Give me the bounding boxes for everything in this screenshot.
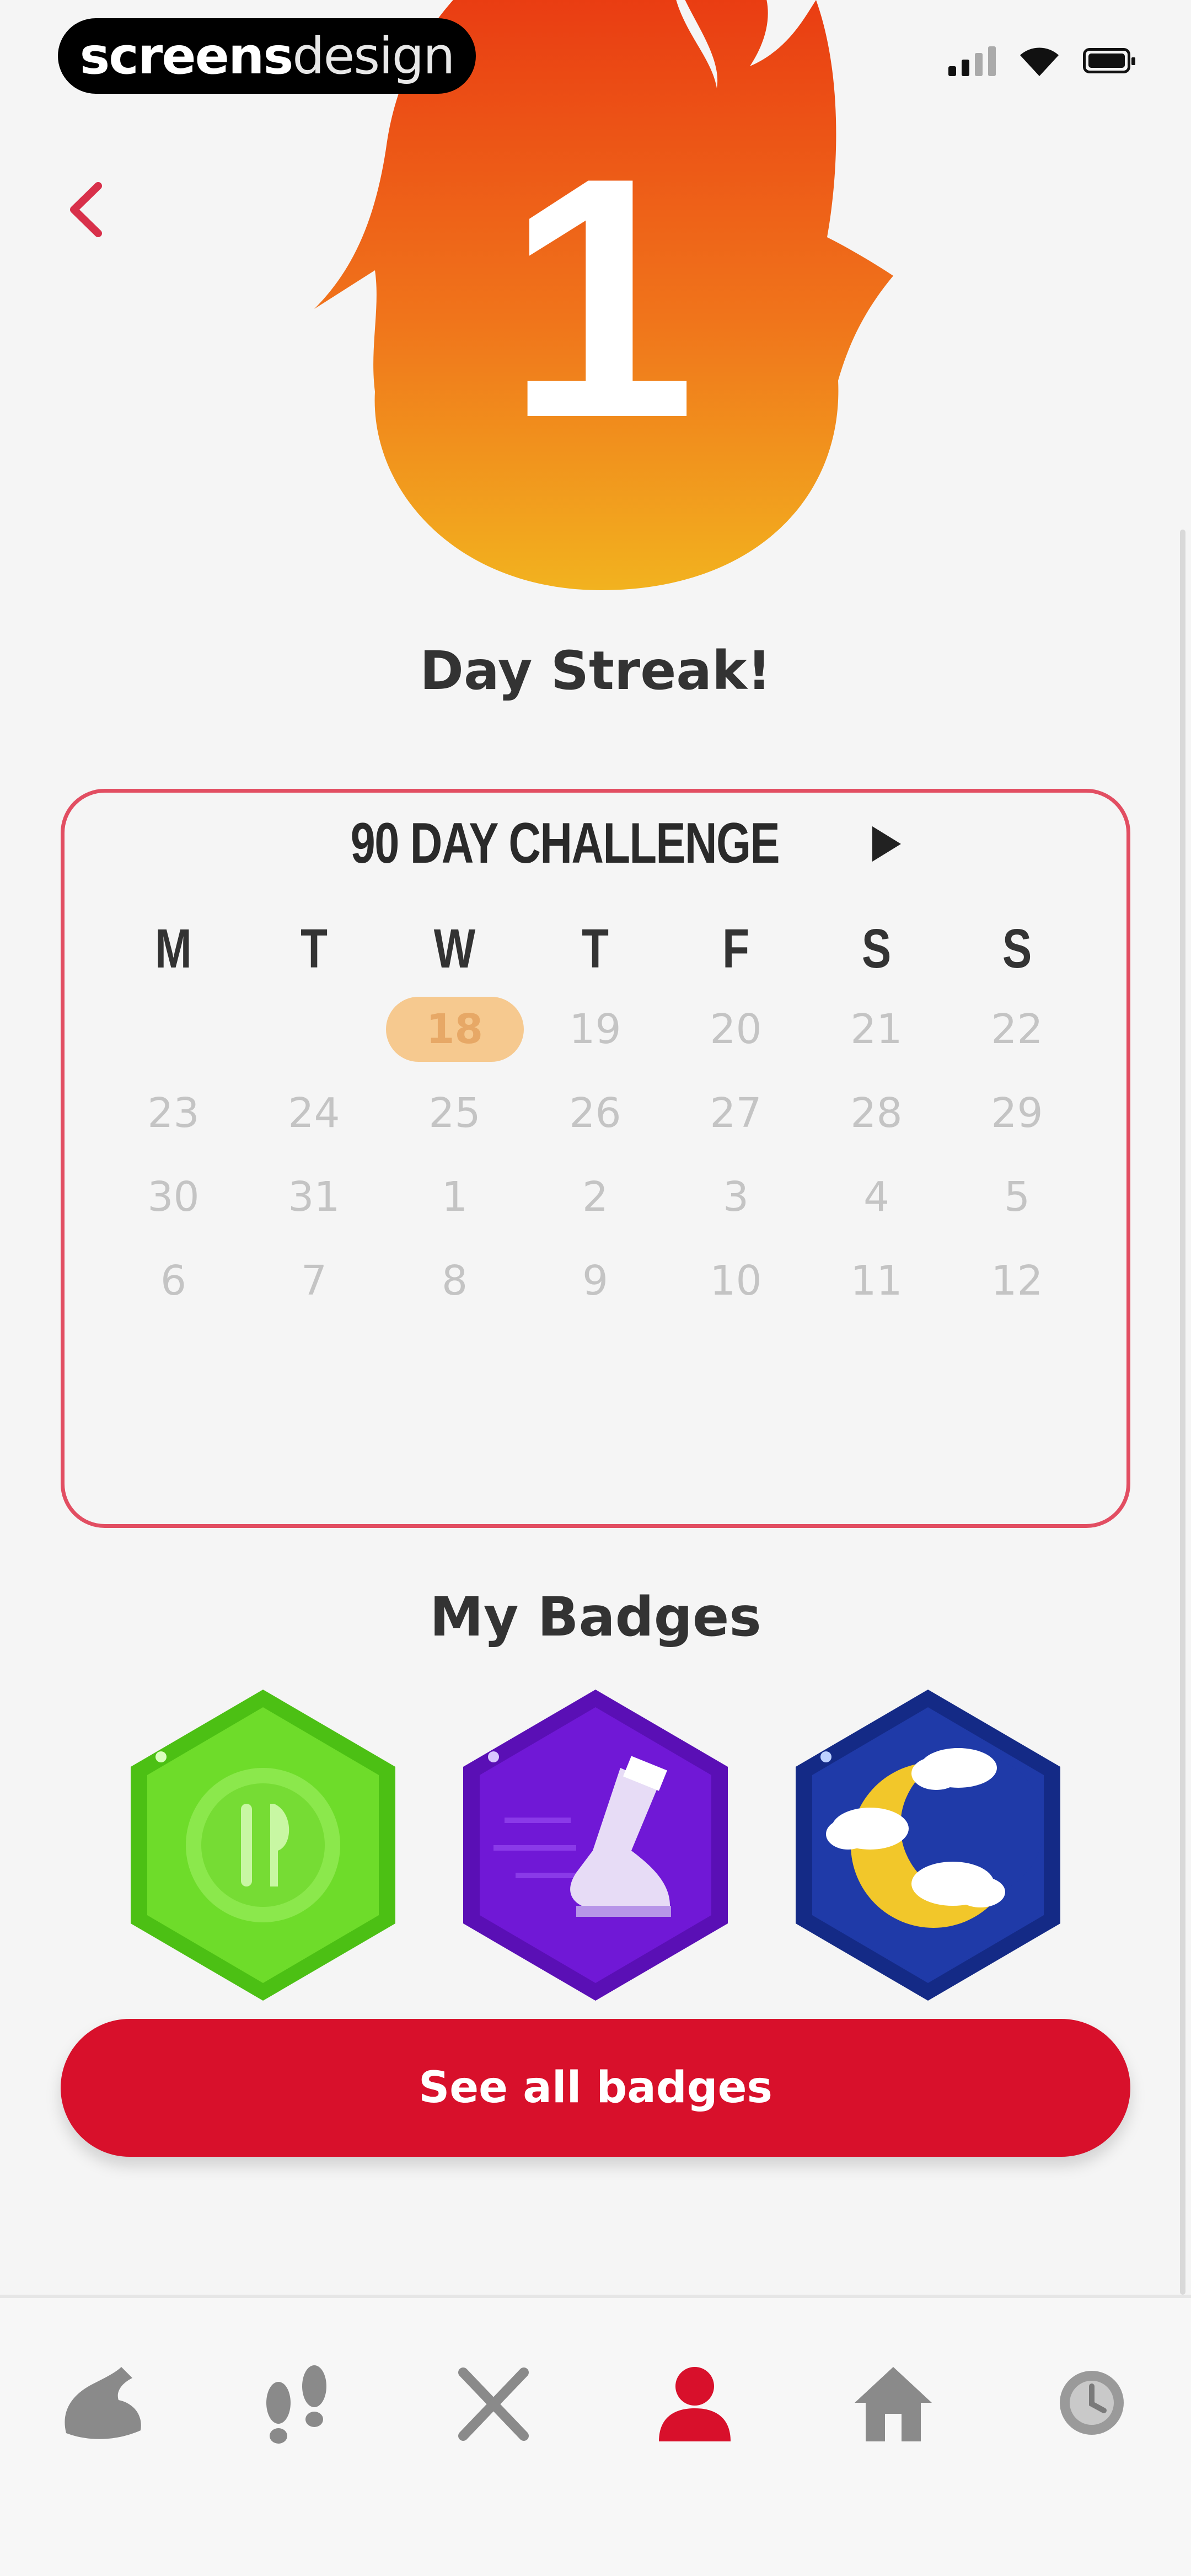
scrollbar[interactable] [1180,530,1185,2295]
calendar-day-today[interactable]: 18 [385,997,524,1062]
watermark-light-text: design [292,26,455,85]
weekday-label: S [1002,917,1032,980]
fork-knife-icon [458,2367,529,2441]
tab-nutrition[interactable] [438,2348,549,2458]
battery-icon [1083,48,1135,73]
calendar-day: 21 [850,1006,903,1053]
calendar-day: 3 [722,1173,749,1221]
weekday-label: F [722,917,749,980]
bottom-tab-bar [0,2295,1191,2576]
running-shoe-badge-icon[interactable] [455,1685,736,2005]
clock-icon [1060,2371,1124,2435]
calendar-day: 29 [991,1089,1043,1137]
footsteps-icon [266,2365,326,2444]
calendar-day: 23 [147,1089,200,1137]
calendar-day: 6 [160,1257,187,1305]
calendar-week-row: 30 31 1 2 3 4 5 [103,1155,1088,1239]
calendar-day: 7 [301,1257,328,1305]
calendar-day: 1 [441,1173,468,1221]
tab-home[interactable] [838,2348,948,2458]
calendar-day: 26 [569,1089,621,1137]
calendar-day: 2 [582,1173,609,1221]
calendar-day: 20 [710,1006,762,1053]
screensdesign-watermark: screens design [58,18,476,94]
badges-title: My Badges [430,1586,761,1649]
calendar-day: 22 [991,1006,1043,1053]
calendar-day: 5 [1004,1173,1031,1221]
tab-workouts[interactable] [47,2348,157,2458]
tab-profile[interactable] [640,2348,750,2458]
calendar-day: 24 [288,1089,340,1137]
calendar-day: 25 [428,1089,481,1137]
calendar-week-row: 23 24 25 26 27 28 29 [103,1071,1088,1155]
challenge-title: 90 DAY CHALLENGE [350,811,780,875]
calendar-day: 12 [991,1257,1043,1305]
calendar-day: 11 [850,1257,903,1305]
status-icons [948,44,1135,77]
calendar-week-row: 6 7 8 9 10 11 12 [103,1239,1088,1323]
moon-cloud-badge-icon[interactable] [787,1685,1069,2005]
calendar-day: 30 [147,1173,200,1221]
tab-steps[interactable] [243,2348,353,2458]
calendar-grid: M T W T F S S 18 19 20 21 22 23 24 25 26… [103,910,1088,1323]
weekday-label: W [433,917,476,980]
profile-icon [659,2367,731,2441]
weekday-label: T [301,917,328,980]
weekday-label: T [582,917,609,980]
muscle-arm-icon [65,2367,141,2439]
chevron-left-icon [70,182,102,237]
play-icon[interactable] [872,826,902,862]
streak-screen: screens design 1 Day Streak! 90 DAY CHAL… [0,0,1191,2576]
calendar-day: 4 [863,1173,890,1221]
streak-label: Day Streak! [420,640,771,702]
calendar-day: 27 [710,1089,762,1137]
calendar-day: 28 [850,1089,903,1137]
back-button[interactable] [55,165,116,254]
calendar-day: 9 [582,1257,609,1305]
streak-count: 1 [506,107,696,489]
watermark-bold-text: screens [79,26,294,85]
calendar-day: 8 [441,1257,468,1305]
wifi-icon [1020,47,1059,76]
fork-knife-badge-icon[interactable] [122,1685,404,2005]
signal-icon [948,45,996,76]
calendar-week-row: 18 19 20 21 22 [103,987,1088,1071]
see-all-badges-button[interactable]: See all badges [61,2019,1130,2157]
home-icon [855,2367,932,2441]
challenge-header: 90 DAY CHALLENGE [0,811,1191,877]
weekday-label: M [155,917,192,980]
weekday-header-row: M T W T F S S [103,910,1088,987]
calendar-day: 10 [710,1257,762,1305]
weekday-label: S [861,917,892,980]
calendar-day: 31 [288,1173,340,1221]
calendar-day: 19 [569,1006,621,1053]
tab-history[interactable] [1037,2348,1147,2458]
